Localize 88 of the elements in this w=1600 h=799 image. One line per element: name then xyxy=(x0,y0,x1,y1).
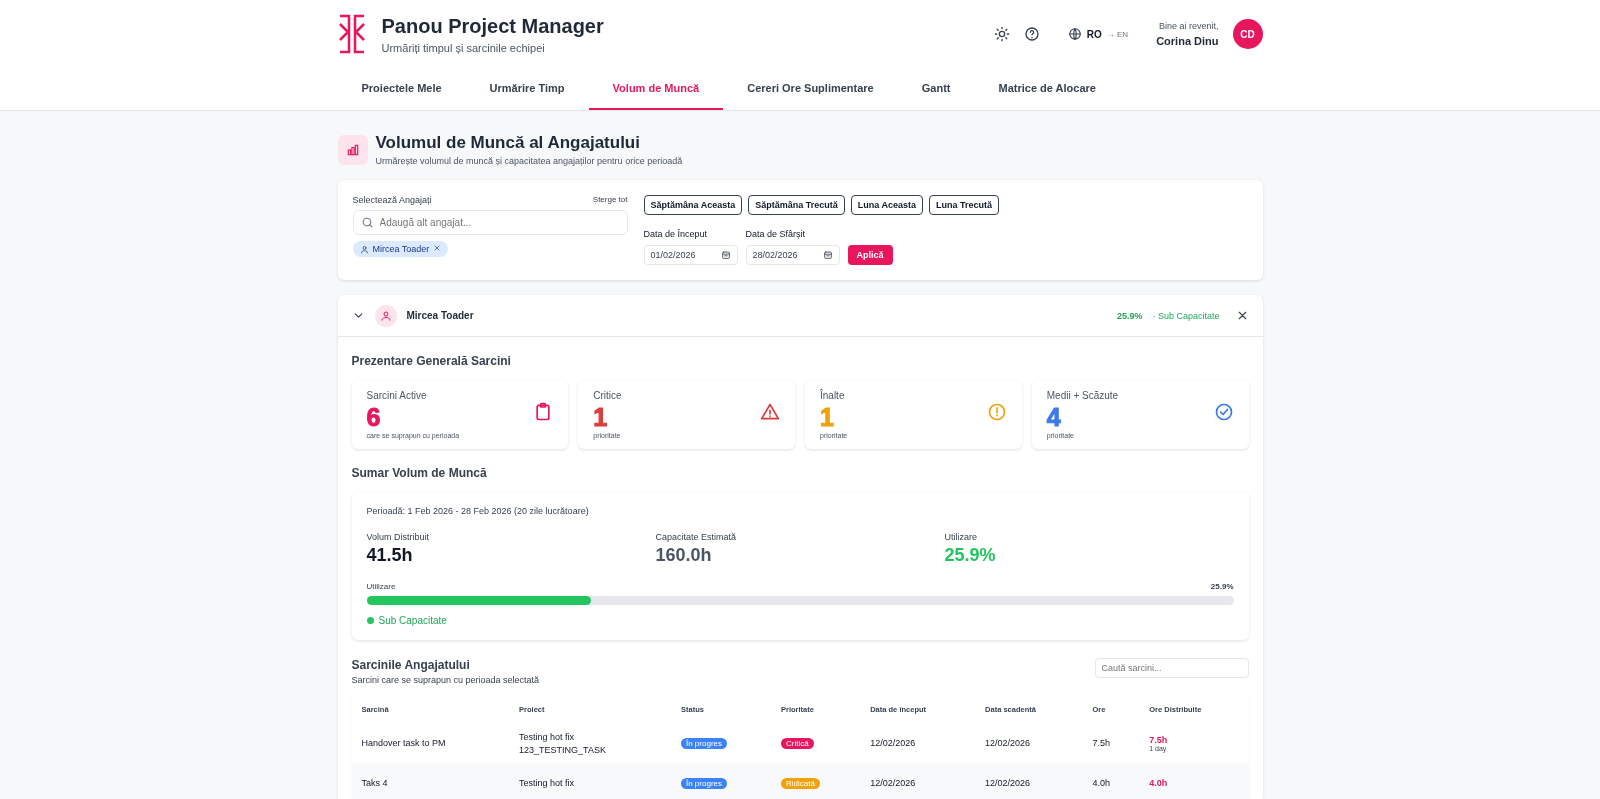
language-option[interactable]: → EN xyxy=(1106,29,1129,39)
theme-toggle-button[interactable] xyxy=(993,26,1010,42)
metric-value: 160.0h xyxy=(655,545,713,566)
page-title: Volumul de Muncă al Angajatului xyxy=(375,133,641,153)
bar-value: 25.9% xyxy=(1210,582,1234,591)
section-title: Sumar Volum de Muncă xyxy=(351,466,488,480)
warning-icon xyxy=(760,402,780,422)
table-cell: Taks 4 xyxy=(351,763,510,799)
search-icon xyxy=(360,216,374,229)
stat-label: Critice xyxy=(593,390,622,401)
language-option[interactable]: RO xyxy=(1086,28,1102,40)
check-circle-icon xyxy=(1213,402,1234,422)
nav-tab[interactable]: Matrice de Alocare xyxy=(974,68,1120,110)
metric-value: 41.5h xyxy=(366,545,414,566)
apply-button[interactable]: Aplică xyxy=(847,245,893,265)
exclamation-circle-icon xyxy=(986,402,1007,422)
nav-tab[interactable]: Gantt xyxy=(897,68,975,110)
field-label: Data de Sfârșit xyxy=(745,229,807,239)
date-preset-button[interactable]: Săptămâna Aceasta xyxy=(643,195,743,215)
field-label: Selectează Angajați xyxy=(352,195,432,205)
stat-value: 1 xyxy=(593,403,609,432)
status-dot xyxy=(366,617,374,624)
table-cell: 4.0h xyxy=(1082,763,1140,799)
stat-label: Medii + Scăzute xyxy=(1046,390,1119,401)
priority-badge: Critică xyxy=(781,737,814,749)
person-icon xyxy=(374,304,397,327)
date-preset-button[interactable]: Luna Trecută xyxy=(928,195,999,215)
stat-value: 4 xyxy=(1046,403,1062,432)
distributed-hours: 7.5h xyxy=(1149,734,1169,745)
welcome-text: Bine ai revenit, xyxy=(1157,21,1219,31)
status-badge: În progres xyxy=(680,777,727,789)
project-name: Testing hot fix xyxy=(519,778,576,788)
nav-tab[interactable]: Urmărire Timp xyxy=(465,68,589,110)
nav-tab[interactable]: Proiectele Mele xyxy=(337,68,466,110)
user-avatar[interactable]: CD xyxy=(1232,19,1263,49)
capacity-status: · Sub Capacitate xyxy=(1152,310,1220,321)
table-cell: 12/02/2026 xyxy=(975,723,1083,763)
field-label: Data de Început xyxy=(643,229,709,239)
metric-label: Capacitate Estimată xyxy=(655,532,738,542)
sun-icon xyxy=(993,26,1010,42)
nav-tab[interactable]: Volum de Muncă xyxy=(588,68,724,110)
period-text: Perioadă: 1 Feb 2026 - 28 Feb 2026 (20 zile lucrătoare) xyxy=(366,506,590,516)
table-cell: 12/02/2026 xyxy=(860,763,976,799)
table-cell: 12/02/2026 xyxy=(860,723,976,763)
calendar-icon xyxy=(720,250,731,260)
help-icon xyxy=(1023,26,1040,42)
legend-label: Sub Capacitate xyxy=(378,615,447,626)
chip-label: Mircea Toader xyxy=(372,244,430,254)
metric-label: Volum Distribuit xyxy=(366,532,431,542)
status-badge: În progres xyxy=(680,737,727,749)
project-name: Testing hot fix xyxy=(519,731,576,742)
app-subtitle: Urmăriți timpul și sarcinile echipei xyxy=(381,41,546,54)
project-code: 123_TESTING_TASK xyxy=(519,744,607,755)
help-button[interactable] xyxy=(1023,26,1040,42)
logo-icon xyxy=(337,14,366,54)
date-preset-button[interactable]: Săptămâna Trecută xyxy=(748,195,845,215)
stat-label: Înalte xyxy=(820,390,846,401)
stat-value: 6 xyxy=(366,403,382,432)
page-subtitle: Urmărește volumul de muncă și capacitatea angajaților pentru orice perioadă xyxy=(375,156,683,166)
table-cell: 12/02/2026 xyxy=(975,763,1083,799)
date-preset-button[interactable]: Luna Aceasta xyxy=(850,195,923,215)
person-icon xyxy=(359,244,369,254)
user-name: Corina Dinu xyxy=(1156,35,1219,47)
section-subtitle: Sarcini care se suprapun cu perioada selectată xyxy=(351,675,540,685)
employee-name: Mircea Toader xyxy=(406,310,474,321)
app-title: Panou Project Manager xyxy=(381,14,604,38)
metric-value: 25.9% xyxy=(944,545,997,566)
calendar-icon xyxy=(822,250,833,260)
priority-badge: Ridicată xyxy=(781,777,820,789)
distributed-hours: 4.0h xyxy=(1149,778,1169,788)
nav-tab[interactable]: Cereri Ore Suplimentare xyxy=(723,68,898,110)
employee-search-field[interactable]: Adaugă alt angajat... xyxy=(352,210,628,235)
close-icon xyxy=(433,244,442,252)
metric-label: Utilizare xyxy=(944,532,978,542)
bar-label: Utilizare xyxy=(366,582,396,591)
task-search-field[interactable]: Caută sarcini... xyxy=(1094,658,1249,678)
stat-label: Sarcini Active xyxy=(366,390,428,401)
utilization-percent: 25.9% xyxy=(1116,310,1143,321)
section-title: Sarcinile Angajatului xyxy=(351,658,471,672)
end-date-field[interactable]: 28/02/2026 xyxy=(745,245,840,265)
section-title: Prezentare Generală Sarcini xyxy=(351,354,512,368)
table-cell: Handover task to PM xyxy=(351,723,510,763)
chart-icon xyxy=(337,134,368,165)
start-date-field[interactable]: 01/02/2026 xyxy=(643,245,738,265)
table-cell: 7.5h xyxy=(1082,723,1140,763)
clear-all-link[interactable]: Șterge tot xyxy=(592,195,628,205)
stat-value: 1 xyxy=(820,403,835,432)
globe-icon xyxy=(1067,27,1082,41)
